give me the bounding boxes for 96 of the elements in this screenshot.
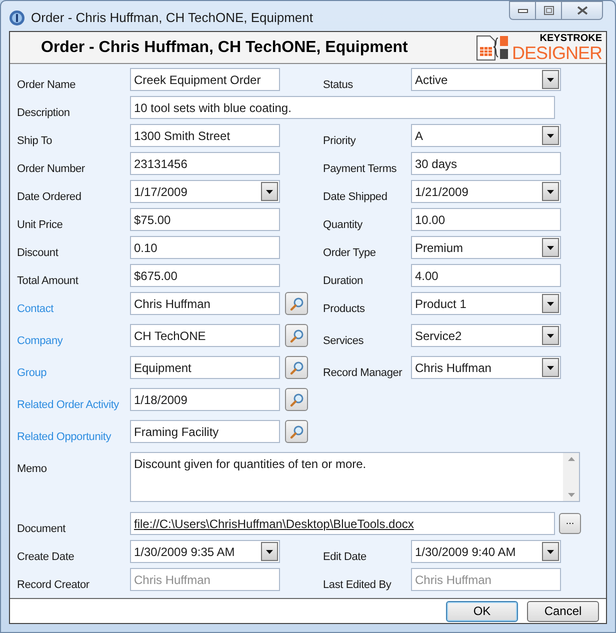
field-label: Memo [17, 463, 47, 475]
text-field[interactable]: CH TechONE [130, 324, 280, 347]
dropdown-arrow-button[interactable] [542, 358, 559, 377]
dropdown-arrow-button[interactable] [542, 182, 559, 201]
spreadsheet-icon [476, 34, 510, 60]
field-label: Description [17, 107, 70, 119]
dropdown-field[interactable]: 1/17/2009 [130, 180, 280, 203]
dropdown-arrow-button[interactable] [261, 542, 278, 561]
text-field[interactable]: 0.10 [130, 236, 280, 259]
dropdown-field[interactable]: Product 1 [411, 292, 561, 315]
search-icon [290, 360, 304, 374]
header-title: Order - Chris Huffman, CH TechONE, Equipment [41, 38, 408, 58]
search-icon [290, 424, 304, 438]
dropdown-arrow-button[interactable] [542, 70, 559, 89]
field-label: Status [323, 79, 353, 91]
browse-button[interactable]: ... [559, 513, 581, 534]
text-field[interactable]: $75.00 [130, 208, 280, 231]
dropdown-arrow-button[interactable] [542, 294, 559, 313]
field-label: Document [17, 523, 66, 535]
search-button[interactable] [285, 324, 308, 347]
text-field[interactable]: Equipment [130, 356, 280, 379]
dropdown-field[interactable]: A [411, 124, 561, 147]
field-label: Order Number [17, 163, 85, 175]
caret-icon [547, 190, 554, 194]
search-button[interactable] [285, 388, 308, 411]
field-label: Discount [17, 247, 58, 259]
text-field[interactable]: 30 days [411, 152, 561, 175]
field-label: Record Manager [323, 367, 402, 379]
text-field[interactable]: 1300 Smith Street [130, 124, 280, 147]
app-icon [9, 10, 25, 26]
text-field[interactable]: Creek Equipment Order [130, 68, 280, 91]
field-label: Total Amount [17, 275, 78, 287]
field-label: Date Ordered [17, 191, 82, 203]
field-label: Quantity [323, 219, 362, 231]
dropdown-field[interactable]: 1/21/2009 [411, 180, 561, 203]
dropdown-arrow-button[interactable] [542, 238, 559, 257]
text-field[interactable]: Framing Facility [130, 420, 280, 443]
maximize-button[interactable] [536, 1, 561, 20]
field-label: Order Name [17, 79, 76, 91]
field-label: Payment Terms [323, 163, 397, 175]
caret-icon [547, 78, 554, 82]
dropdown-field[interactable]: Chris Huffman [411, 356, 561, 379]
search-button[interactable] [285, 420, 308, 443]
field-label: Ship To [17, 135, 52, 147]
minimize-icon [518, 8, 528, 12]
search-icon [290, 296, 304, 310]
close-icon [576, 6, 588, 15]
field-label: Unit Price [17, 219, 63, 231]
dropdown-arrow-button[interactable] [542, 326, 559, 345]
search-button[interactable] [285, 292, 308, 315]
logo-bottom-text: DESIGNER [512, 44, 602, 62]
field-label: Record Creator [17, 579, 90, 591]
close-button[interactable] [561, 1, 603, 20]
dropdown-arrow-button[interactable] [261, 182, 278, 201]
caret-icon [547, 366, 554, 370]
field-label: Order Type [323, 247, 376, 259]
memo-field[interactable]: Discount given for quantities of ten or more. [130, 452, 580, 502]
logo-top-text: KEYSTROKE [540, 34, 602, 44]
dialog-button[interactable]: Cancel [527, 600, 599, 622]
dropdown-field[interactable]: Premium [411, 236, 561, 259]
search-button[interactable] [285, 356, 308, 379]
text-field[interactable]: 4.00 [411, 264, 561, 287]
field-label: Services [323, 335, 364, 347]
field-label: Create Date [17, 551, 74, 563]
text-field[interactable]: 23131456 [130, 152, 280, 175]
caret-icon [547, 246, 554, 250]
dropdown-field[interactable]: 1/30/2009 9:35 AM [130, 540, 280, 563]
text-field[interactable]: 10 tool sets with blue coating. [130, 96, 555, 119]
dropdown-arrow-button[interactable] [542, 126, 559, 145]
text-field[interactable]: 10.00 [411, 208, 561, 231]
dropdown-field[interactable]: Active [411, 68, 561, 91]
field-label: Last Edited By [323, 579, 392, 591]
caret-icon [266, 550, 273, 554]
search-icon [290, 392, 304, 406]
minimize-button[interactable] [509, 1, 536, 20]
maximize-icon [544, 6, 554, 15]
caret-icon [547, 334, 554, 338]
dialog-button[interactable]: OK [446, 600, 518, 622]
search-icon [290, 328, 304, 342]
caret-icon [547, 550, 554, 554]
caret-icon [266, 190, 273, 194]
caret-icon [547, 302, 554, 306]
field-label: Priority [323, 135, 356, 147]
field-label: Date Shipped [323, 191, 388, 203]
memo-text: Discount given for quantities of ten or more. [133, 456, 368, 473]
dropdown-arrow-button[interactable] [542, 542, 559, 561]
text-field[interactable]: $675.00 [130, 264, 280, 287]
text-field[interactable]: 1/18/2009 [130, 388, 280, 411]
text-field[interactable]: Chris Huffman [130, 292, 280, 315]
field-label: Duration [323, 275, 363, 287]
dropdown-field[interactable]: Service2 [411, 324, 561, 347]
window-title: Order - Chris Huffman, CH TechONE, Equipment [31, 9, 314, 27]
dropdown-field[interactable]: 1/30/2009 9:40 AM [411, 540, 561, 563]
field-label: Edit Date [323, 551, 366, 563]
field-label: Products [323, 303, 365, 315]
caret-icon [547, 134, 554, 138]
